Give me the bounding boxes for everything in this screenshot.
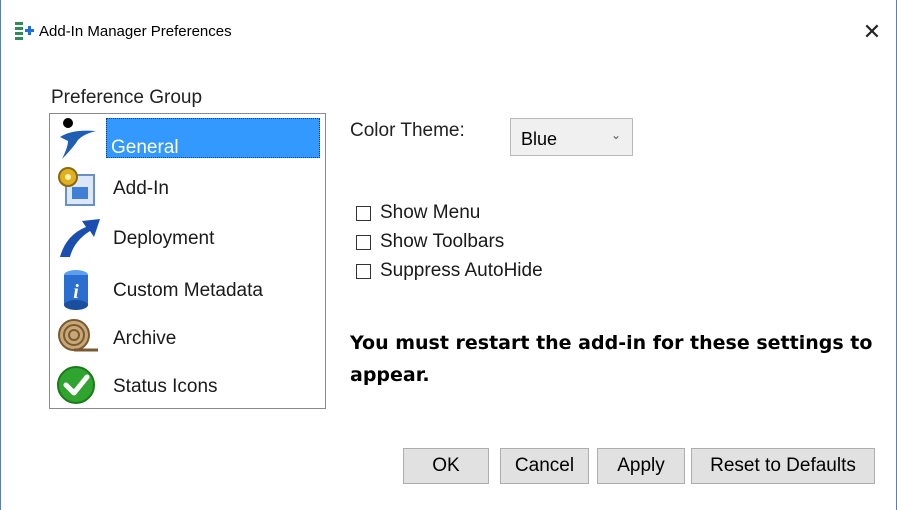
preference-group-list[interactable]: General Add-In Deployment i Custom Metad… [49, 113, 326, 409]
preference-group-label: Preference Group [51, 87, 203, 108]
suppress-autohide-label: Suppress AutoHide [380, 260, 543, 281]
apply-button[interactable]: Apply [597, 448, 685, 484]
group-item-status-icons[interactable]: Status Icons [52, 360, 324, 408]
archive-icon [58, 319, 98, 352]
group-item-label: Custom Metadata [113, 280, 263, 301]
group-item-deployment[interactable]: Deployment [52, 212, 324, 260]
ok-button[interactable]: OK [403, 448, 489, 484]
group-item-archive[interactable]: Archive [52, 312, 324, 360]
group-item-label: Add-In [113, 178, 169, 199]
show-menu-label: Show Menu [380, 202, 481, 223]
show-toolbars-checkbox[interactable] [356, 235, 371, 250]
group-item-label: Archive [113, 328, 177, 349]
title-bar[interactable]: Add-In Manager Preferences ✕ [1, 14, 896, 52]
suppress-autohide-checkbox[interactable] [356, 264, 371, 279]
close-button[interactable]: ✕ [854, 16, 890, 50]
close-icon: ✕ [862, 19, 882, 44]
window-title: Add-In Manager Preferences [39, 23, 232, 40]
preferences-dialog: Add-In Manager Preferences ✕ Preference … [0, 0, 897, 510]
group-item-label: Status Icons [113, 376, 218, 397]
cancel-button[interactable]: Cancel [500, 448, 589, 484]
color-theme-label: Color Theme: [350, 120, 465, 141]
color-theme-select[interactable]: Blue ⌄ [510, 118, 633, 156]
general-icon [60, 118, 96, 159]
restart-notice: You must restart the add-in for these se… [350, 332, 873, 386]
show-menu-checkbox[interactable] [356, 206, 371, 221]
chevron-down-icon: ⌄ [610, 128, 621, 142]
color-theme-value: Blue [521, 129, 558, 149]
group-item-add-in[interactable]: Add-In [52, 162, 324, 210]
svg-text:i: i [73, 281, 79, 303]
add-in-manager-app-icon [15, 22, 34, 40]
reset-to-defaults-button[interactable]: Reset to Defaults [691, 448, 875, 484]
status-icons-icon [57, 366, 95, 404]
group-item-label: General [106, 118, 320, 158]
group-item-label: Deployment [113, 228, 215, 249]
add-in-icon [58, 167, 95, 206]
group-item-custom-metadata[interactable]: i Custom Metadata [52, 264, 324, 312]
custom-metadata-icon: i [64, 270, 88, 310]
deployment-icon [60, 219, 100, 257]
show-toolbars-label: Show Toolbars [380, 231, 505, 252]
group-item-general[interactable]: General [52, 114, 324, 162]
